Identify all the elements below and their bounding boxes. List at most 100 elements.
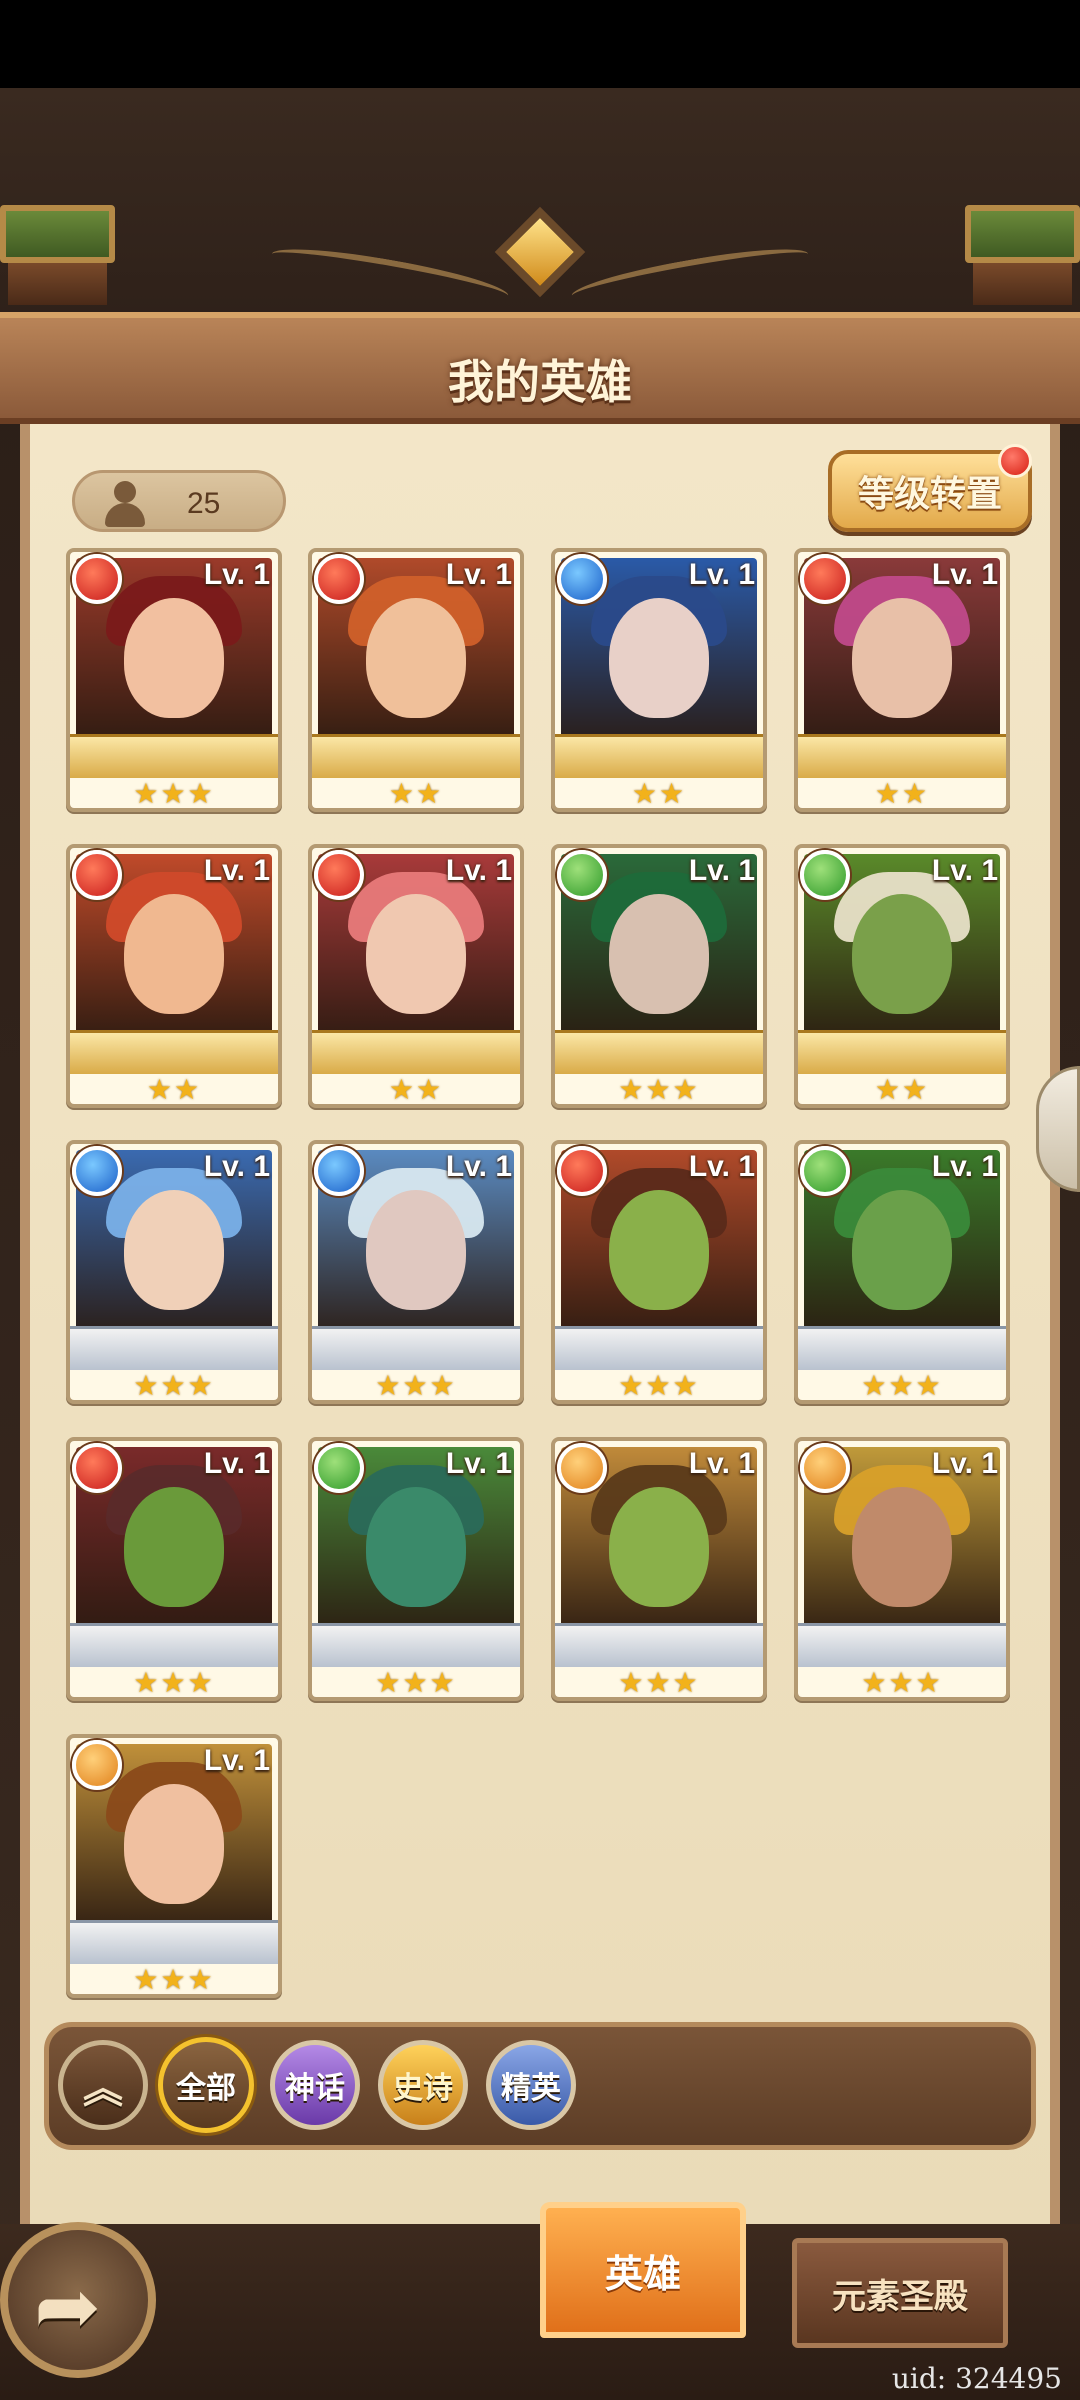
hero-face <box>609 894 709 1014</box>
hero-level: Lv. 1 <box>203 558 270 591</box>
hero-level: Lv. 1 <box>688 854 755 887</box>
hero-face <box>852 1190 952 1310</box>
hero-frame-base <box>312 1326 520 1370</box>
pillar-left <box>0 205 115 305</box>
hero-level: Lv. 1 <box>931 854 998 887</box>
hero-stars: ★★★ <box>133 1370 215 1401</box>
fire-element-icon <box>800 554 850 604</box>
hero-face <box>609 1190 709 1310</box>
hero-card[interactable]: Lv. 1 ★★★ <box>794 1437 1010 1701</box>
hero-level: Lv. 1 <box>203 1744 270 1777</box>
hero-level: Lv. 1 <box>688 1150 755 1183</box>
back-arrow-icon: ➦ <box>34 2262 102 2351</box>
hero-face <box>366 1487 466 1607</box>
filter-elite-button[interactable]: 精英 <box>486 2040 576 2130</box>
hero-card[interactable]: Lv. 1 ★★★ <box>66 1140 282 1404</box>
hero-stars: ★★★ <box>375 1667 457 1698</box>
hero-card[interactable]: Lv. 1 ★★★ <box>66 1734 282 1998</box>
hero-face <box>609 1487 709 1607</box>
hero-face <box>852 894 952 1014</box>
hero-stars: ★★★ <box>861 1370 943 1401</box>
hero-frame-base <box>798 1326 1006 1370</box>
fire-element-icon <box>314 850 364 900</box>
hero-card[interactable]: Lv. 1 ★★★ <box>794 1140 1010 1404</box>
hero-level: Lv. 1 <box>445 558 512 591</box>
hero-frame-base <box>798 1030 1006 1074</box>
hero-level: Lv. 1 <box>445 1447 512 1480</box>
hero-stars: ★★ <box>631 778 687 809</box>
hero-frame-base <box>555 734 763 778</box>
hero-frame-base <box>70 1326 278 1370</box>
hero-frame-base <box>312 1623 520 1667</box>
fire-element-icon <box>314 554 364 604</box>
nature-element-icon <box>800 850 850 900</box>
collapse-chevron-icon[interactable]: ︽ <box>58 2040 148 2130</box>
hero-card[interactable]: Lv. 1 ★★★ <box>551 844 767 1108</box>
hero-frame-base <box>555 1326 763 1370</box>
hero-level: Lv. 1 <box>688 1447 755 1480</box>
hero-stars: ★★ <box>874 1074 930 1105</box>
hero-frame-base <box>70 1623 278 1667</box>
hero-card[interactable]: Lv. 1 ★★★ <box>66 1437 282 1701</box>
hero-frame-base <box>798 1623 1006 1667</box>
header-banner: 我的英雄 <box>0 312 1080 424</box>
hero-card[interactable]: Lv. 1 ★★★ <box>308 1437 524 1701</box>
hero-face <box>124 1190 224 1310</box>
hero-card[interactable]: Lv. 1 ★★★ <box>551 1140 767 1404</box>
hero-count: 25 <box>187 487 221 520</box>
hero-level: Lv. 1 <box>203 1447 270 1480</box>
hero-frame-base <box>312 734 520 778</box>
hero-stars: ★★★ <box>618 1370 700 1401</box>
level-reset-button[interactable]: 等级转置 <box>828 444 1032 532</box>
hero-card[interactable]: Lv. 1 ★★★ <box>308 1140 524 1404</box>
hero-card[interactable]: Lv. 1 ★★ <box>66 844 282 1108</box>
hero-face <box>366 894 466 1014</box>
fire-element-icon <box>557 1146 607 1196</box>
hero-frame-base <box>70 734 278 778</box>
page-title: 我的英雄 <box>448 356 632 408</box>
hero-frame-base <box>70 1030 278 1074</box>
light-element-icon <box>557 1443 607 1493</box>
hero-stars: ★★★ <box>133 1667 215 1698</box>
hero-face <box>124 598 224 718</box>
hero-face <box>609 598 709 718</box>
fire-element-icon <box>72 850 122 900</box>
hero-card[interactable]: Lv. 1 ★★ <box>794 548 1010 812</box>
tab-heroes[interactable]: 英雄 <box>540 2202 746 2338</box>
notification-dot-icon <box>998 444 1032 478</box>
hero-level: Lv. 1 <box>931 1447 998 1480</box>
light-element-icon <box>72 1740 122 1790</box>
hero-card[interactable]: Lv. 1 ★★ <box>308 548 524 812</box>
water-element-icon <box>72 1146 122 1196</box>
hero-card[interactable]: Lv. 1 ★★ <box>794 844 1010 1108</box>
tab-element-temple[interactable]: 元素圣殿 <box>792 2238 1008 2348</box>
hero-frame-base <box>70 1920 278 1964</box>
hero-card[interactable]: Lv. 1 ★★ <box>551 548 767 812</box>
hero-card[interactable]: Lv. 1 ★★★ <box>66 548 282 812</box>
hero-level: Lv. 1 <box>445 854 512 887</box>
hero-level: Lv. 1 <box>931 1150 998 1183</box>
filter-epic-button[interactable]: 史诗 <box>378 2040 468 2130</box>
hero-stars: ★★★ <box>861 1667 943 1698</box>
fire-element-icon <box>72 554 122 604</box>
hero-face <box>366 598 466 718</box>
water-element-icon <box>314 1146 364 1196</box>
light-element-icon <box>800 1443 850 1493</box>
hero-level: Lv. 1 <box>203 854 270 887</box>
hero-card[interactable]: Lv. 1 ★★★ <box>551 1437 767 1701</box>
hero-face <box>124 894 224 1014</box>
filter-myth-button[interactable]: 神话 <box>270 2040 360 2130</box>
hero-card[interactable]: Lv. 1 ★★ <box>308 844 524 1108</box>
hero-face <box>852 598 952 718</box>
hero-face <box>124 1487 224 1607</box>
filter-all-button[interactable]: 全部 <box>158 2037 254 2133</box>
nature-element-icon <box>800 1146 850 1196</box>
hero-stars: ★★★ <box>375 1370 457 1401</box>
back-button[interactable]: ➦ <box>0 2222 156 2378</box>
nature-element-icon <box>314 1443 364 1493</box>
hero-face <box>852 1487 952 1607</box>
hero-stars: ★★ <box>874 778 930 809</box>
person-icon <box>105 481 145 527</box>
gem-icon <box>494 206 586 298</box>
hero-frame-base <box>312 1030 520 1074</box>
